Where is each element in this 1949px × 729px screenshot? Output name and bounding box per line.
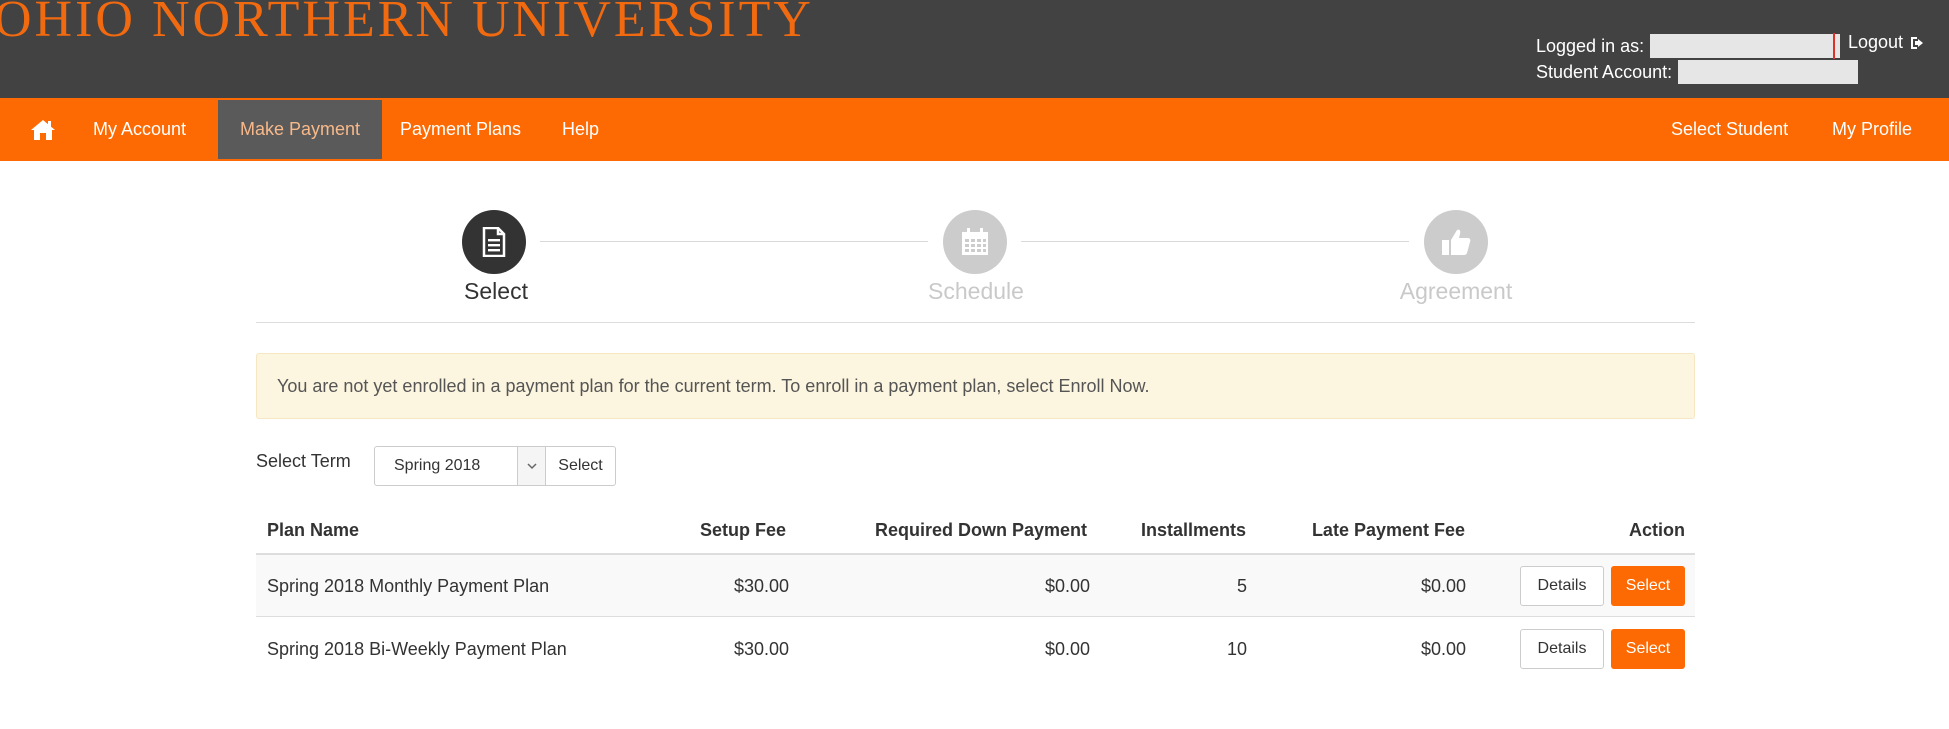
details-button[interactable]: Details (1520, 629, 1604, 669)
down-payment-cell: $0.00 (1044, 638, 1090, 659)
logged-in-label: Logged in as: (1536, 36, 1645, 56)
nav-help[interactable]: Help (562, 98, 599, 161)
step-connector (1021, 241, 1409, 242)
section-divider (256, 322, 1695, 323)
step-label-schedule: Schedule (928, 278, 1024, 304)
nav-home[interactable] (30, 98, 56, 161)
university-logo-text: OHIO NORTHERN UNIVERSITY (0, 0, 814, 48)
document-icon (482, 227, 506, 257)
nav-my-account[interactable]: My Account (93, 98, 186, 161)
header-late-fee: Late Payment Fee (1311, 520, 1465, 540)
redacted-account (1678, 60, 1859, 84)
header-down-payment: Required Down Payment (874, 520, 1087, 540)
term-selected-value: Spring 2018 (394, 457, 481, 474)
down-payment-cell: $0.00 (1044, 575, 1090, 596)
nav-select-student[interactable]: Select Student (1671, 98, 1788, 161)
nav-payment-plans[interactable]: Payment Plans (400, 98, 521, 161)
installments-cell: 10 (1226, 638, 1247, 659)
setup-fee-cell: $30.00 (733, 638, 789, 659)
step-agreement (1424, 210, 1488, 274)
late-fee-cell: $0.00 (1420, 575, 1466, 596)
chevron-down-icon (526, 462, 537, 469)
logout-link[interactable]: Logout (1848, 32, 1925, 53)
nav-make-payment[interactable]: Make Payment (218, 100, 382, 159)
logout-separator (1833, 33, 1835, 59)
top-header: OHIO NORTHERN UNIVERSITY Logged in as: S… (0, 0, 1949, 98)
enrollment-alert: You are not yet enrolled in a payment pl… (256, 353, 1695, 419)
late-fee-cell: $0.00 (1420, 638, 1466, 659)
student-account-label: Student Account: (1536, 62, 1673, 82)
table-row: Spring 2018 Monthly Payment Plan $30.00 … (256, 555, 1695, 617)
step-select (462, 210, 526, 274)
redacted-username (1650, 34, 1841, 58)
select-plan-button[interactable]: Select (1611, 629, 1685, 669)
main-nav: My Account Make Payment Payment Plans He… (0, 98, 1949, 161)
header-installments: Installments (1140, 520, 1246, 540)
login-info: Logged in as: Student Account: (1536, 33, 1859, 85)
home-icon (31, 119, 55, 140)
step-connector (540, 241, 928, 242)
term-dropdown-caret[interactable] (517, 446, 546, 486)
header-action: Action (1629, 520, 1685, 540)
alert-text: You are not yet enrolled in a payment pl… (277, 375, 1150, 396)
select-plan-button[interactable]: Select (1611, 566, 1685, 606)
plan-name-cell: Spring 2018 Bi-Weekly Payment Plan (267, 638, 567, 659)
logout-icon (1911, 36, 1924, 49)
step-schedule (943, 210, 1007, 274)
header-setup-fee: Setup Fee (699, 520, 786, 540)
installments-cell: 5 (1236, 575, 1247, 596)
thumbs-up-icon (1442, 229, 1471, 255)
step-label-select: Select (464, 278, 528, 304)
term-select-button[interactable]: Select (545, 446, 616, 486)
plan-name-cell: Spring 2018 Monthly Payment Plan (267, 575, 550, 596)
step-label-agreement: Agreement (1399, 278, 1513, 304)
header-plan-name: Plan Name (267, 520, 360, 540)
setup-fee-cell: $30.00 (733, 575, 789, 596)
table-row: Spring 2018 Bi-Weekly Payment Plan $30.0… (256, 618, 1695, 680)
calendar-icon (962, 228, 988, 255)
select-term-label: Select Term (256, 451, 351, 471)
details-button[interactable]: Details (1520, 566, 1604, 606)
logout-label: Logout (1848, 32, 1904, 52)
nav-my-profile[interactable]: My Profile (1832, 98, 1912, 161)
